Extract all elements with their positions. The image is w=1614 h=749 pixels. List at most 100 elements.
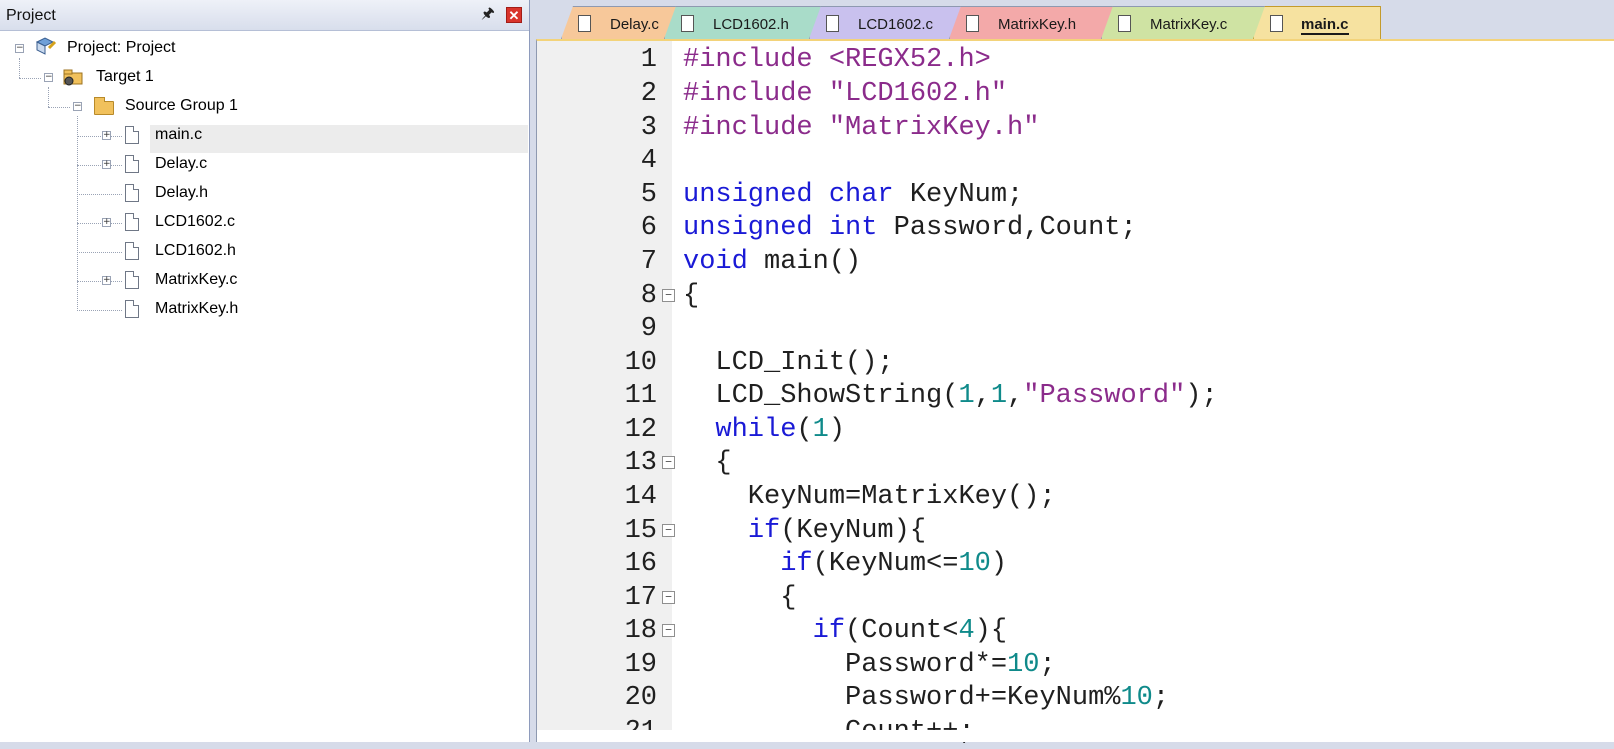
code-line: { bbox=[683, 448, 732, 478]
tree-label-file: Delay.c bbox=[155, 155, 208, 172]
tab-lcd1602-h[interactable]: LCD1602.h bbox=[664, 6, 827, 39]
tab-label: Delay.c bbox=[610, 16, 659, 33]
tree-label-file: LCD1602.h bbox=[155, 242, 236, 259]
tab-label: LCD1602.h bbox=[713, 16, 789, 33]
collapse-toggle-icon[interactable]: − bbox=[15, 44, 24, 53]
tab-label: MatrixKey.c bbox=[1150, 16, 1228, 33]
project-icon bbox=[35, 36, 57, 56]
line-number: 10 bbox=[624, 348, 657, 378]
line-number: 17 bbox=[624, 583, 657, 613]
tree-label-source-group: Source Group 1 bbox=[125, 97, 238, 114]
tree-label-file: Delay.h bbox=[155, 184, 209, 201]
fold-toggle-icon[interactable]: − bbox=[662, 456, 675, 469]
code-line: unsigned int Password,Count; bbox=[683, 213, 1137, 243]
tree-item-file[interactable]: + LCD1602.c bbox=[0, 208, 520, 236]
tree-item-file[interactable]: Delay.h bbox=[0, 179, 520, 207]
code-line: unsigned char KeyNum; bbox=[683, 180, 1024, 210]
line-number: 11 bbox=[624, 381, 657, 411]
line-number: 19 bbox=[624, 650, 657, 680]
line-number: 4 bbox=[640, 146, 657, 176]
tab-label: main.c bbox=[1301, 16, 1349, 35]
line-number: 15 bbox=[624, 516, 657, 546]
code-line: if(KeyNum<=10) bbox=[780, 549, 1008, 579]
file-icon bbox=[125, 184, 139, 202]
file-icon bbox=[125, 271, 139, 289]
tree-label-file: MatrixKey.h bbox=[155, 300, 239, 317]
line-number: 16 bbox=[624, 549, 657, 579]
tree-item-file[interactable]: + MatrixKey.c bbox=[0, 266, 520, 294]
line-number: 13 bbox=[624, 448, 657, 478]
code-line: { bbox=[683, 583, 797, 613]
tree-item-source-group[interactable]: − Source Group 1 bbox=[0, 92, 520, 120]
tree-label-file: LCD1602.c bbox=[155, 213, 236, 230]
tree-label-project: Project: Project bbox=[67, 39, 176, 56]
project-pane-header: Project 🖈 ✕ bbox=[0, 0, 529, 31]
file-icon bbox=[125, 126, 139, 144]
tree-item-file[interactable]: + Delay.c bbox=[0, 150, 520, 178]
code-line: while(1) bbox=[715, 415, 846, 445]
line-number: 9 bbox=[640, 314, 657, 344]
expand-toggle-icon[interactable]: + bbox=[102, 131, 111, 140]
collapse-toggle-icon[interactable]: − bbox=[44, 73, 53, 82]
editor-bottom-edge bbox=[537, 730, 1614, 742]
expand-toggle-icon[interactable]: + bbox=[102, 276, 111, 285]
file-icon bbox=[826, 15, 839, 32]
line-number: 7 bbox=[640, 247, 657, 277]
file-icon bbox=[125, 242, 139, 260]
code-line: LCD_ShowString(1,1,"Password"); bbox=[683, 381, 1218, 411]
line-number: 5 bbox=[640, 180, 657, 210]
expand-toggle-icon[interactable]: + bbox=[102, 160, 111, 169]
target-icon bbox=[62, 68, 86, 86]
tree-item-file[interactable]: + main.c bbox=[0, 121, 520, 149]
collapse-toggle-icon[interactable]: − bbox=[73, 102, 82, 111]
code-line: #include <REGX52.h> bbox=[683, 45, 991, 75]
code-line: #include "MatrixKey.h" bbox=[683, 113, 1040, 143]
pin-icon[interactable]: 🖈 bbox=[480, 5, 496, 23]
project-pane: Project 🖈 ✕ − Project: Project − Target … bbox=[0, 0, 530, 742]
file-icon bbox=[125, 213, 139, 231]
file-icon bbox=[681, 15, 694, 32]
code-line: LCD_Init(); bbox=[683, 348, 894, 378]
code-line: #include "LCD1602.h" bbox=[683, 79, 1008, 109]
code-line: if(KeyNum){ bbox=[747, 516, 927, 546]
fold-toggle-icon[interactable]: − bbox=[662, 624, 675, 637]
line-number: 14 bbox=[624, 482, 657, 512]
code-line: void main() bbox=[683, 247, 862, 277]
tree-item-file[interactable]: MatrixKey.h bbox=[0, 295, 520, 323]
tab-label: MatrixKey.h bbox=[998, 16, 1077, 33]
tree-item-file[interactable]: LCD1602.h bbox=[0, 237, 520, 265]
code-line: Password+=KeyNum%10; bbox=[683, 683, 1170, 713]
tab-matrixkey-c[interactable]: MatrixKey.c bbox=[1101, 6, 1271, 39]
project-pane-title: Project bbox=[6, 7, 56, 24]
code-editor[interactable]: 1 #include <REGX52.h> 2 #include "LCD160… bbox=[536, 39, 1614, 747]
tree-label-file: MatrixKey.c bbox=[155, 271, 238, 288]
file-icon bbox=[1270, 15, 1283, 32]
tree-item-target[interactable]: − Target 1 bbox=[0, 63, 520, 91]
expand-toggle-icon[interactable]: + bbox=[102, 218, 111, 227]
file-icon bbox=[125, 155, 139, 173]
line-number: 6 bbox=[640, 213, 657, 243]
line-number: 1 bbox=[640, 45, 657, 75]
code-line: if(Count<4){ bbox=[812, 616, 1008, 646]
code-line: { bbox=[683, 281, 700, 311]
tree-item-project[interactable]: − Project: Project bbox=[0, 34, 520, 62]
editor-tab-strip: Delay.c LCD1602.h LCD1602.c MatrixKey.h … bbox=[531, 0, 1614, 39]
line-number: 12 bbox=[624, 415, 657, 445]
line-number: 8 bbox=[640, 281, 657, 311]
close-icon[interactable]: ✕ bbox=[506, 7, 522, 23]
line-number: 20 bbox=[624, 683, 657, 713]
file-icon bbox=[578, 15, 591, 32]
fold-toggle-icon[interactable]: − bbox=[662, 289, 675, 302]
fold-toggle-icon[interactable]: − bbox=[662, 524, 675, 537]
tree-label-file: main.c bbox=[155, 126, 203, 143]
fold-toggle-icon[interactable]: − bbox=[662, 591, 675, 604]
tab-main-c[interactable]: main.c bbox=[1253, 6, 1381, 39]
folder-icon bbox=[94, 97, 114, 115]
tree-label-target: Target 1 bbox=[96, 68, 154, 85]
code-line: KeyNum=MatrixKey(); bbox=[683, 482, 1056, 512]
tab-matrixkey-h[interactable]: MatrixKey.h bbox=[949, 6, 1119, 39]
line-number: 2 bbox=[640, 79, 657, 109]
tab-lcd1602-c[interactable]: LCD1602.c bbox=[809, 6, 969, 39]
line-number: 3 bbox=[640, 113, 657, 143]
tab-label: LCD1602.c bbox=[858, 16, 934, 33]
